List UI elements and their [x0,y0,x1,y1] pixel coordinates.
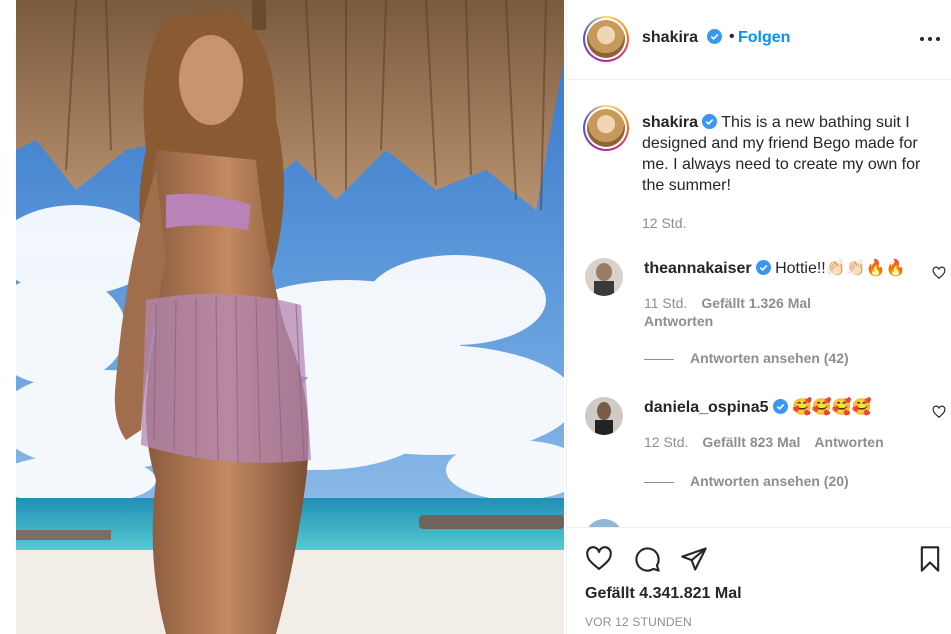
verified-badge-icon [755,260,771,275]
verified-badge-icon [772,399,788,414]
reply-button[interactable]: Antworten [814,434,883,450]
comment-time[interactable]: 11 Std. [644,295,687,311]
post-like-count[interactable]: Gefällt 4.341.821 Mal [585,585,742,603]
caption-text-block: shakira This is a new bathing suit I des… [642,112,947,196]
comment-meta: 11 Std. Gefällt 1.326 Mal [644,294,825,312]
instagram-post: shakira • Folgen shakira This is a new b… [0,0,951,634]
comment-like-heart-icon[interactable] [932,405,946,419]
author-username[interactable]: shakira [642,29,698,46]
commenter-avatar[interactable] [585,519,623,527]
author-avatar[interactable] [583,16,629,62]
commenter-avatar[interactable] [585,258,623,296]
post-header: shakira • Folgen [567,0,951,80]
comment-text: Hottie!!👏🏻👏🏻🔥🔥 [775,260,906,277]
verified-badge-icon [702,114,718,129]
heart-icon[interactable] [585,545,613,573]
post-sidebar: shakira • Folgen shakira This is a new b… [566,0,951,634]
comment-text: 🥰🥰🥰🥰 [791,399,872,416]
comment-meta: 12 Std. Gefällt 823 Mal Antworten [644,433,898,451]
comment-text-block: theannakaiser Hottie!!👏🏻👏🏻🔥🔥 [644,258,924,279]
more-options-icon[interactable] [918,27,942,51]
comment-icon[interactable] [633,545,661,573]
comments-list[interactable]: shakira This is a new bathing suit I des… [567,81,951,527]
author-name[interactable]: shakira [642,29,722,47]
post-actions: Gefällt 4.341.821 Mal VOR 12 STUNDEN [567,527,951,634]
commenter-avatar[interactable] [585,397,623,435]
caption-time[interactable]: 12 Std. [642,215,686,231]
commenter-username[interactable]: daniela_ospina5 [644,399,769,416]
follow-button[interactable]: Folgen [738,29,790,47]
post-photo[interactable] [16,0,564,634]
bookmark-icon[interactable] [916,545,944,573]
comment-like-heart-icon[interactable] [932,266,946,280]
view-replies-button[interactable]: Antworten ansehen (20) [644,473,849,489]
reply-button[interactable]: Antworten [644,312,713,330]
caption-username[interactable]: shakira [642,114,698,131]
paper-plane-icon[interactable] [680,545,708,573]
caption-avatar[interactable] [583,105,629,151]
verified-badge-icon [706,29,722,44]
commenter-username[interactable]: theannakaiser [644,260,752,277]
comment-likes[interactable]: Gefällt 1.326 Mal [701,295,811,311]
post-timestamp[interactable]: VOR 12 STUNDEN [585,615,692,629]
beach-photo-illustration [16,0,564,634]
comment-likes[interactable]: Gefällt 823 Mal [702,434,800,450]
comment-time[interactable]: 12 Std. [644,434,688,450]
separator-dot: • [729,28,735,45]
view-replies-button[interactable]: Antworten ansehen (42) [644,350,849,366]
comment-text-block: daniela_ospina5 🥰🥰🥰🥰 [644,397,924,418]
